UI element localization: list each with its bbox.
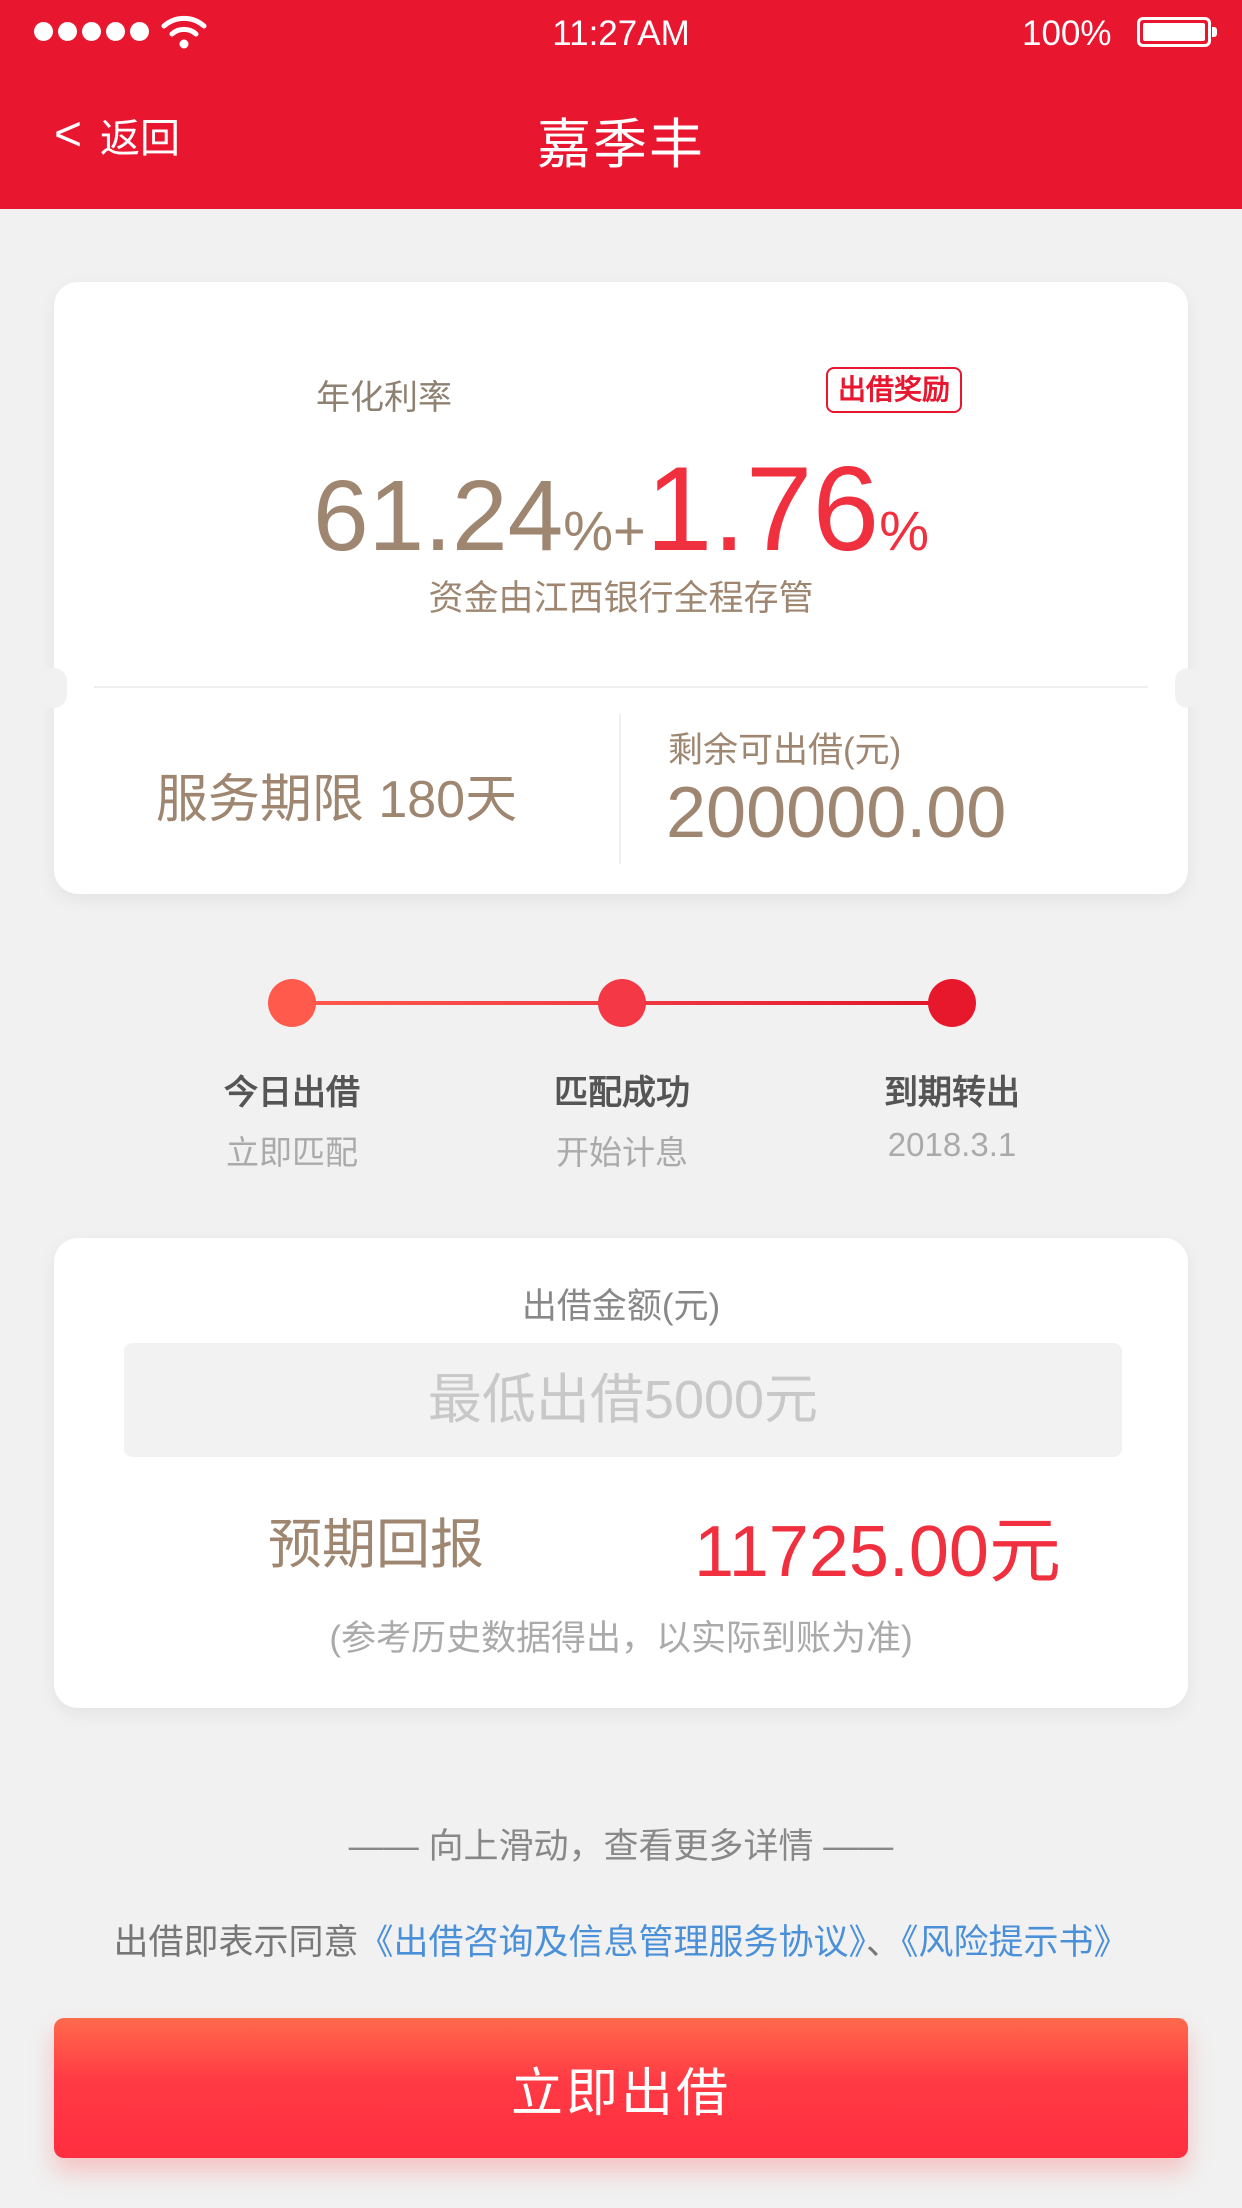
base-rate: 61.24	[312, 460, 564, 572]
rate-plus: +	[612, 499, 646, 562]
timeline-line	[622, 1001, 952, 1005]
status-bar: 11:27AM 100%	[0, 0, 1242, 66]
product-card: 年化利率 出借奖励 61.24%+1.76% 资金由江西银行全程存管 服务期限 …	[41, 282, 1201, 894]
bonus-rate: 1.76	[645, 442, 880, 576]
card-divider	[94, 686, 1148, 688]
agreement-prefix: 出借即表示同意	[113, 1923, 359, 1962]
timeline-step: 到期转出 2018.3.1	[822, 1065, 1082, 1164]
invest-now-button[interactable]: 立即出借	[54, 2018, 1188, 2158]
risk-notice-link[interactable]: 《风险提示书》	[901, 1923, 1129, 1962]
rate-display: 61.24%+1.76%	[54, 440, 1188, 578]
step-title: 今日出借	[224, 1074, 360, 1112]
card-notch-left	[41, 668, 67, 708]
invest-form-card: 出借金额(元) 预期回报 11725.00元 (参考历史数据得出，以实际到账为准…	[54, 1238, 1188, 1708]
timeline-line	[292, 1001, 622, 1005]
expected-return-value: 11725.00元	[694, 1512, 1061, 1592]
timeline-dot	[598, 979, 646, 1027]
battery-percent: 100%	[1022, 14, 1112, 53]
timeline-step: 今日出借 立即匹配	[162, 1065, 422, 1174]
step-title: 到期转出	[884, 1074, 1020, 1112]
custody-note: 资金由江西银行全程存管	[428, 579, 814, 618]
remaining-label: 剩余可出借(元)	[668, 731, 902, 770]
agreement-separator: 、	[866, 1923, 902, 1962]
return-note: (参考历史数据得出，以实际到账为准)	[329, 1619, 913, 1658]
amount-label: 出借金额(元)	[521, 1287, 721, 1326]
page-title: 嘉季丰	[537, 115, 705, 175]
card-notch-right	[1175, 668, 1201, 708]
expected-return-label: 预期回报	[268, 1515, 484, 1575]
agreement-text: 出借即表示同意《出借咨询及信息管理服务协议》、《风险提示书》	[0, 1914, 1242, 1965]
step-subtitle: 立即匹配	[226, 1134, 358, 1171]
amount-input[interactable]	[124, 1343, 1122, 1457]
reward-badge[interactable]: 出借奖励	[826, 367, 963, 413]
timeline-dot	[928, 979, 976, 1027]
remaining-value: 200000.00	[666, 773, 1007, 853]
progress-timeline: 今日出借 立即匹配 匹配成功 开始计息 到期转出 2018.3.1	[0, 975, 1242, 1195]
battery-icon	[1137, 17, 1217, 47]
base-rate-unit: %	[563, 499, 613, 562]
swipe-hint: —— 向上滑动，查看更多详情 ——	[348, 1827, 894, 1866]
service-agreement-link[interactable]: 《出借咨询及信息管理服务协议》	[358, 1923, 866, 1962]
card-divider-vertical	[619, 714, 621, 864]
header-bar: 11:27AM 100% < 返回 嘉季丰	[0, 0, 1242, 209]
timeline-step: 匹配成功 开始计息	[492, 1065, 752, 1174]
service-term: 服务期限 180天	[155, 771, 518, 829]
bonus-rate-unit: %	[879, 499, 930, 562]
step-title: 匹配成功	[554, 1074, 690, 1112]
step-subtitle: 开始计息	[556, 1134, 688, 1171]
rate-label: 年化利率	[316, 379, 452, 417]
timeline-dot	[268, 979, 316, 1027]
step-subtitle: 2018.3.1	[887, 1126, 1017, 1163]
